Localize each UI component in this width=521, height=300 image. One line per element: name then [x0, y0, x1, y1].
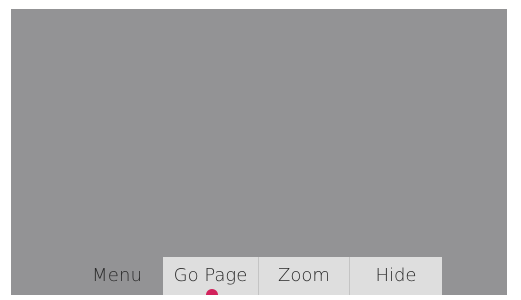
viewer-screen: Menu Go Page Zoom Hide: [11, 9, 507, 295]
go-page-label: Go Page: [173, 265, 248, 286]
zoom-button[interactable]: Zoom: [259, 257, 350, 295]
bottom-menu-bar: Go Page Zoom Hide: [163, 257, 442, 295]
menu-label: Menu: [92, 265, 143, 286]
selection-pointer-icon: [206, 289, 218, 295]
hide-button[interactable]: Hide: [350, 257, 442, 295]
go-page-button[interactable]: Go Page: [163, 257, 259, 295]
